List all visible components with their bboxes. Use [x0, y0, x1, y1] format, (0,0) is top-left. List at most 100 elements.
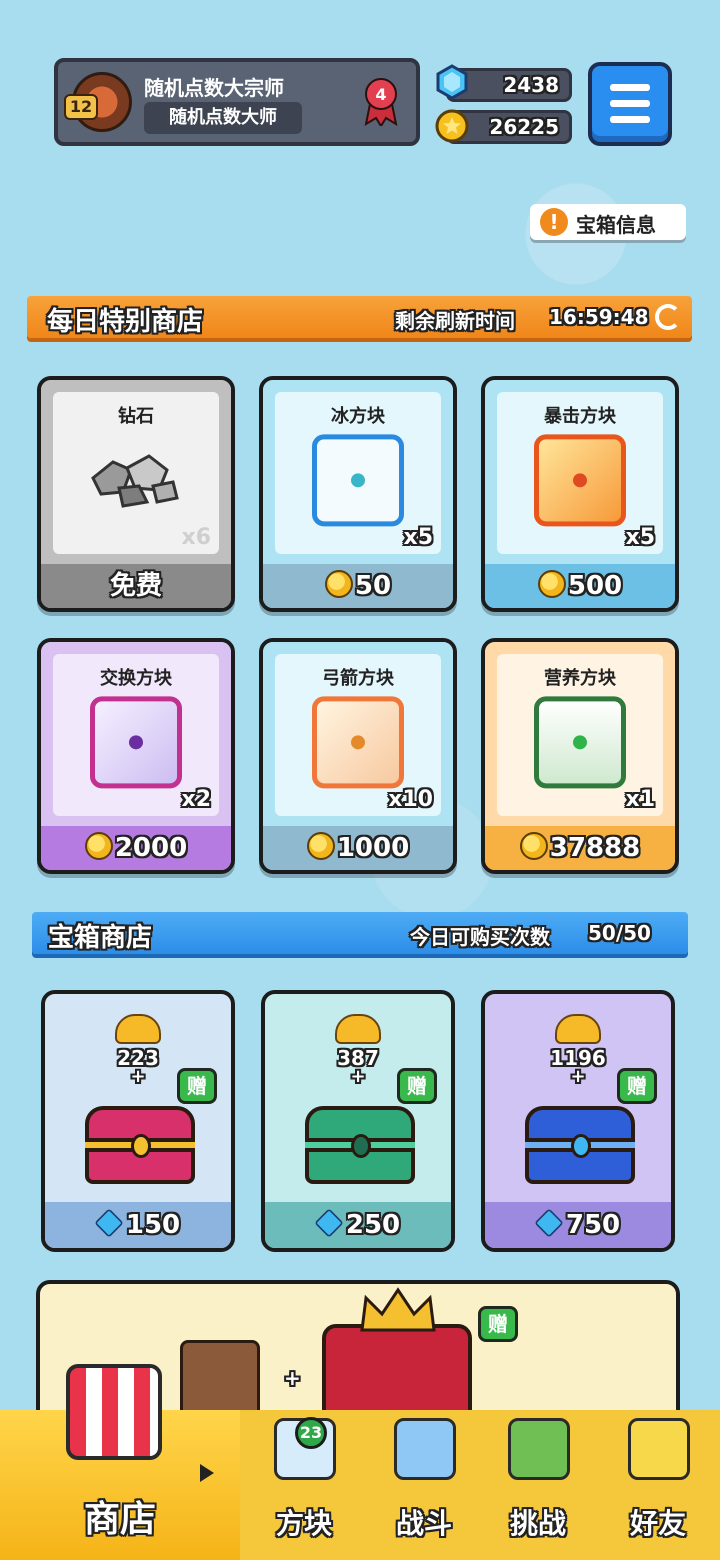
nav-label-challenge: 挑战 [509, 1507, 566, 1540]
shop-item-card[interactable]: 冰方块 x5 50 [259, 376, 457, 612]
item-price[interactable]: 500 [485, 564, 675, 608]
gift-tag: 赠 [617, 1068, 657, 1104]
daily-shop-title: 每日特别商店 [47, 307, 204, 337]
nutrition-block-icon [534, 696, 626, 789]
item-quantity: x10 [388, 787, 433, 812]
gift-tag: 赠 [478, 1306, 518, 1342]
nav-item-friends[interactable]: 好友 [598, 1410, 718, 1560]
gold-coin-icon [84, 831, 113, 860]
profile-card[interactable]: 12 随机点数大宗师 随机点数大师 4 [54, 58, 420, 146]
nav-label-shop: 商店 [83, 1499, 156, 1540]
shop-item-card[interactable]: 弓箭方块 x10 1000 [259, 638, 457, 874]
gold-coin-icon [519, 831, 548, 860]
refresh-icon[interactable] [655, 304, 681, 330]
item-quantity: x6 [181, 525, 212, 550]
nav-label-battle: 战斗 [395, 1507, 452, 1540]
item-price-label: 1000 [336, 833, 410, 863]
rank-badge: 4 [364, 76, 398, 128]
chest-shop-title: 宝箱商店 [48, 923, 153, 953]
crown-icon [360, 1287, 436, 1332]
gold-pile-icon [335, 1014, 381, 1044]
info-exclamation-icon: ! [540, 208, 568, 236]
chest-shop-banner: 宝箱商店 今日可购买次数 50/50 [32, 912, 688, 954]
item-price[interactable]: 免费 [41, 564, 231, 608]
nav-label-friends: 好友 [629, 1507, 686, 1540]
player-title: 随机点数大师 [144, 102, 302, 134]
arrow-right-icon [200, 1464, 214, 1482]
friends-icon [628, 1418, 690, 1480]
gem-icon [436, 64, 468, 100]
item-price-label: 免费 [109, 571, 162, 601]
chest-price[interactable]: 150 [45, 1202, 231, 1248]
refresh-time: 16:59:48 [549, 305, 649, 329]
nav-item-battle[interactable]: 战斗 [364, 1410, 484, 1560]
shop-item-card[interactable]: 交换方块 x2 2000 [37, 638, 235, 874]
gold-coin-icon [537, 569, 566, 598]
item-price-label: 50 [354, 571, 392, 601]
rank-badge-number: 4 [375, 85, 386, 104]
ice-block-icon [312, 434, 404, 527]
battle-icon [394, 1418, 456, 1480]
challenge-icon [508, 1418, 570, 1480]
purchase-limit-label: 今日可购买次数 [410, 925, 550, 949]
menu-line-icon [610, 84, 650, 91]
gift-tag: 赠 [177, 1068, 217, 1104]
chest-price-label: 150 [125, 1210, 181, 1240]
item-price-label: 37888 [549, 833, 641, 863]
block-icon: 23 [274, 1417, 336, 1480]
bow-block-icon [312, 696, 404, 789]
shop-icon [66, 1364, 162, 1460]
menu-line-icon [610, 100, 650, 107]
player-level: 12 [64, 94, 98, 120]
item-quantity: x5 [625, 525, 656, 550]
item-name: 弓箭方块 [322, 668, 394, 689]
gold-pile-icon [115, 1014, 161, 1044]
daily-shop-banner: 每日特别商店 剩余刷新时间 16:59:48 [27, 296, 692, 338]
item-quantity: x5 [403, 525, 434, 550]
player-name: 随机点数大宗师 [144, 76, 284, 100]
swap-block-icon [90, 696, 182, 789]
chest-price[interactable]: 250 [265, 1202, 451, 1248]
gold-amount: 26225 [489, 115, 559, 139]
item-name: 冰方块 [331, 406, 385, 427]
green-chest-icon [305, 1106, 415, 1184]
nav-item-challenge[interactable]: 挑战 [478, 1410, 598, 1560]
item-price-label: 500 [567, 571, 623, 601]
gold-crate-icon [180, 1340, 260, 1420]
nav-item-shop[interactable]: 商店 [0, 1364, 240, 1560]
gem-amount: 2438 [503, 73, 559, 97]
item-price[interactable]: 2000 [41, 826, 231, 870]
item-name: 钻石 [118, 406, 154, 427]
gem-icon [314, 1207, 344, 1238]
item-name: 交换方块 [100, 668, 172, 689]
gold-coin-icon [324, 569, 353, 598]
chest-price-label: 250 [345, 1210, 401, 1240]
crit-block-icon [534, 434, 626, 527]
gold-coin-icon [435, 109, 469, 143]
chest-card[interactable]: 1196 + 赠 750 [481, 990, 675, 1252]
bottom-nav: 商店 23 方块 战斗 挑战 好友 [0, 1364, 720, 1560]
shop-item-card[interactable]: 暴击方块 x5 500 [481, 376, 679, 612]
shop-item-card[interactable]: 钻石 x6 免费 [37, 376, 235, 612]
purchase-limit-value: 50/50 [588, 921, 651, 945]
shop-item-card[interactable]: 营养方块 x1 37888 [481, 638, 679, 874]
chest-card[interactable]: 387 + 赠 250 [261, 990, 455, 1252]
chest-price-label: 750 [565, 1210, 621, 1240]
chest-info-label: 宝箱信息 [576, 213, 656, 237]
chest-card[interactable]: 223 + 赠 150 [41, 990, 235, 1252]
item-name: 暴击方块 [544, 406, 616, 427]
chest-info-button[interactable]: ! 宝箱信息 [530, 204, 686, 240]
nav-label-blocks: 方块 [275, 1507, 332, 1540]
item-name: 营养方块 [544, 668, 616, 689]
item-price[interactable]: 1000 [263, 826, 453, 870]
nav-item-blocks[interactable]: 23 方块 [244, 1410, 364, 1560]
gold-pile-icon [555, 1014, 601, 1044]
menu-button[interactable] [588, 62, 672, 146]
item-quantity: x2 [181, 787, 212, 812]
plus-sign: + [284, 1366, 301, 1390]
item-price[interactable]: 37888 [485, 826, 675, 870]
item-price[interactable]: 50 [263, 564, 453, 608]
diamond-ore-icon [91, 454, 179, 508]
chest-price[interactable]: 750 [485, 1202, 671, 1248]
ribbon-icon: 4 [364, 78, 398, 128]
